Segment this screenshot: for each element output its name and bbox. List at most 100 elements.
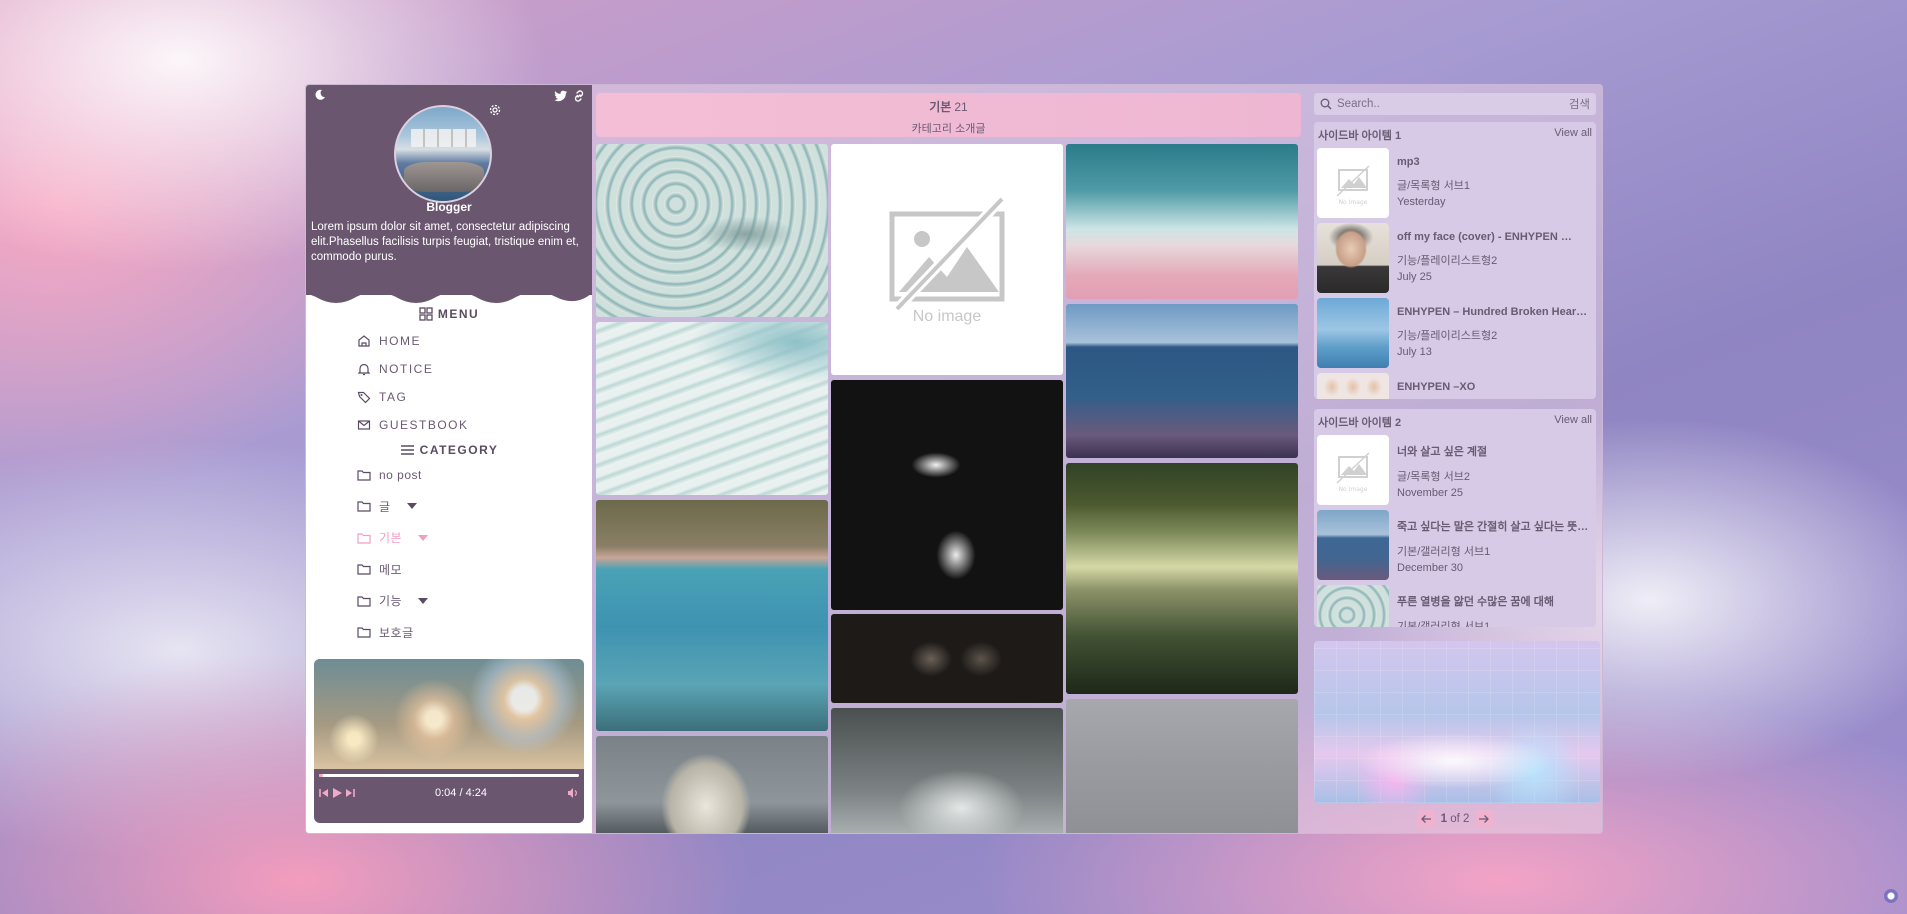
blogger-name: Blogger [426, 200, 472, 214]
list-item[interactable]: ENHYPEN – Hundred Broken Hear… 기능/플레이리스트… [1314, 293, 1596, 368]
search-icon [1320, 98, 1332, 110]
gallery-item[interactable] [831, 614, 1063, 703]
profile-card: Blogger Lorem ipsum dolor sit amet, cons… [306, 85, 592, 303]
current-page: 1 [1440, 813, 1447, 825]
item-date: Yesterday [1397, 196, 1446, 208]
gallery-item[interactable] [596, 500, 828, 731]
gallery-item[interactable] [596, 736, 828, 833]
thumbnail-label: No Image [1339, 199, 1368, 206]
nav-item-guestbook[interactable]: GUESTBOOK [306, 411, 592, 439]
category-header: 기본 21 카테고리 소개글 [596, 93, 1301, 137]
nav-item-tag[interactable]: TAG [306, 383, 592, 411]
caret-down-icon[interactable] [418, 597, 429, 604]
item-date: November 25 [1397, 487, 1464, 499]
item-title: mp3 [1397, 156, 1420, 168]
moon-icon[interactable] [314, 89, 326, 101]
menu-title: MENU [437, 307, 480, 321]
arrow-left-icon [1420, 815, 1431, 823]
search-bar[interactable]: Search.. 검색 [1314, 93, 1596, 115]
view-all-link[interactable]: View all [1554, 127, 1592, 143]
gallery-item[interactable] [1066, 699, 1298, 833]
no-image-label: No image [912, 307, 982, 325]
gallery-item[interactable] [1066, 463, 1298, 694]
item-title: ENHYPEN – Hundred Broken Hear… [1397, 306, 1588, 318]
category-label: 기능 [379, 594, 403, 609]
no-image-icon [889, 195, 1006, 312]
list-item[interactable]: 죽고 싶다는 말은 간절히 살고 싶다는 뜻… 기본/갤러리형 서브1 Dece… [1314, 505, 1596, 580]
category-label: no post [379, 467, 422, 482]
next-icon[interactable] [345, 788, 355, 798]
list-item[interactable]: 푸른 열병을 앓던 수많은 꿈에 대해 기본/갤러리형 서브1 [1314, 580, 1596, 627]
category-label: 글 [379, 499, 391, 514]
item-category: 기능/플레이리스트형2 [1397, 330, 1498, 342]
category-label: 기본 [379, 531, 403, 546]
wave-divider [306, 287, 592, 303]
no-image-icon: No Image [1336, 165, 1370, 206]
category-list: no post 글 기본 메모 기능 보호글 [306, 459, 592, 648]
list-item[interactable]: No Image 너와 살고 싶은 계절 글/목록형 서브2 November … [1314, 430, 1596, 505]
category-item-basic[interactable]: 기본 [306, 522, 592, 554]
link-icon[interactable] [572, 89, 586, 103]
thumbnail [1317, 298, 1389, 368]
item-title: 죽고 싶다는 말은 간절히 살고 싶다는 뜻… [1397, 521, 1589, 533]
avatar [394, 105, 492, 203]
left-sidebar: Blogger Lorem ipsum dolor sit amet, cons… [306, 85, 592, 833]
play-icon[interactable] [332, 788, 342, 798]
list-item[interactable]: ENHYPEN –XO [1314, 368, 1596, 399]
pagination: 1 of 2 [1310, 810, 1600, 828]
category-item-feature[interactable]: 기능 [306, 585, 592, 617]
nav-item-notice[interactable]: NOTICE [306, 355, 592, 383]
folder-icon [357, 564, 371, 575]
thumbnail [1317, 223, 1389, 293]
search-input[interactable]: Search.. [1337, 98, 1569, 110]
item-category: 글/목록형 서브2 [1397, 471, 1470, 483]
gallery-item[interactable] [596, 322, 828, 495]
volume-icon[interactable] [567, 787, 579, 799]
category-item-protected[interactable]: 보호글 [306, 617, 592, 649]
grid-icon [419, 307, 433, 321]
twitter-icon[interactable] [554, 89, 568, 103]
category-item-no-post[interactable]: no post [306, 459, 592, 491]
nav-label: NOTICE [379, 362, 434, 376]
nav-label: TAG [379, 390, 408, 404]
gallery-item-no-image[interactable]: No image [831, 144, 1063, 375]
prev-page-button[interactable] [1416, 810, 1435, 828]
progress-bar[interactable] [319, 774, 579, 777]
gallery-item[interactable] [596, 144, 828, 317]
item-date: July 13 [1397, 346, 1432, 358]
gear-icon[interactable] [488, 103, 502, 117]
gallery-item[interactable] [831, 380, 1063, 610]
gallery-item[interactable] [1066, 144, 1298, 299]
panel-title: 사이드바 아이템 2 [1318, 417, 1402, 429]
item-category: 기본/갤러리형 서브1 [1397, 621, 1491, 627]
nav-item-home[interactable]: HOME [306, 327, 592, 355]
arrow-right-icon [1479, 815, 1490, 823]
category-item-post[interactable]: 글 [306, 491, 592, 523]
thumbnail-no-image: No Image [1317, 148, 1389, 218]
category-label: 메모 [379, 562, 403, 577]
list-item[interactable]: No Image mp3 글/목록형 서브1 Yesterday [1314, 143, 1596, 218]
gallery-item[interactable] [831, 708, 1063, 833]
gallery-item[interactable] [1066, 304, 1298, 458]
item-title: 푸른 열병을 앓던 수많은 꿈에 대해 [1397, 596, 1554, 608]
previous-icon[interactable] [319, 788, 329, 798]
caret-down-icon[interactable] [418, 534, 429, 541]
thumbnail [1317, 510, 1389, 580]
category-description: 카테고리 소개글 [911, 123, 986, 135]
gallery-area: 기본 21 카테고리 소개글 No image [596, 93, 1307, 833]
home-icon [358, 335, 370, 347]
item-category: 기능/플레이리스트형2 [1397, 255, 1498, 267]
next-page-button[interactable] [1475, 810, 1494, 828]
search-button[interactable]: 검색 [1569, 96, 1590, 112]
view-all-link[interactable]: View all [1554, 414, 1592, 430]
caret-down-icon[interactable] [406, 503, 417, 510]
list-item[interactable]: off my face (cover) - ENHYPEN … 기능/플레이리스… [1314, 218, 1596, 293]
floating-widget-icon[interactable] [1884, 889, 1898, 903]
category-title: CATEGORY [419, 443, 499, 457]
folder-icon [357, 533, 371, 544]
thumbnail-no-image: No Image [1317, 435, 1389, 505]
item-category: 글/목록형 서브1 [1397, 180, 1470, 192]
page-total: of 2 [1450, 813, 1470, 825]
category-item-memo[interactable]: 메모 [306, 554, 592, 586]
progress-fill [319, 774, 323, 777]
